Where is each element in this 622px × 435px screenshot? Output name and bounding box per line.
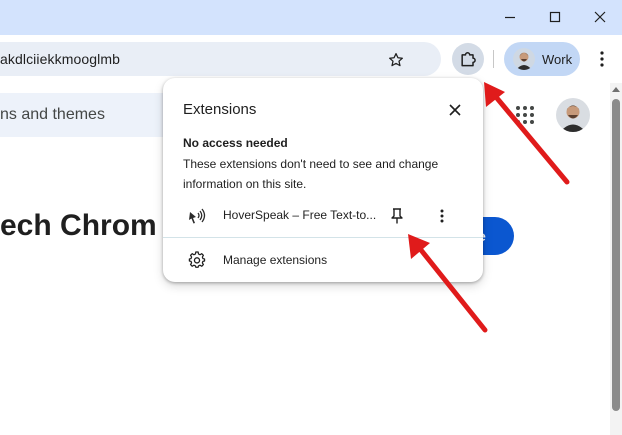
extensions-popup: Extensions No access needed These extens… [163,78,483,282]
gear-icon [188,251,206,268]
scrollbar-thumb[interactable] [612,99,620,411]
apps-grid-icon [516,106,534,124]
manage-extensions-label: Manage extensions [223,253,328,267]
minimize-icon [505,16,515,18]
speaker-icon [189,208,206,224]
extension-row[interactable]: HoverSpeak – Free Text-to... [163,200,483,232]
close-window-icon [594,11,606,22]
title-bar [0,0,622,35]
section-heading: No access needed [183,136,288,150]
page-heading: ech Chrom [0,209,157,242]
apps-grid-button[interactable] [515,105,535,125]
arrow-to-extensions-button [484,82,570,185]
toolbar-divider [493,50,494,68]
pin-extension-button[interactable] [387,206,407,226]
browser-menu-button[interactable] [592,48,612,70]
extensions-button[interactable] [452,43,484,75]
profile-label: Work [542,51,573,67]
minimize-button[interactable] [487,0,533,33]
avatar [513,48,535,70]
pin-icon [391,208,403,224]
popup-divider [163,237,483,238]
extension-name: HoverSpeak – Free Text-to... [223,208,377,222]
page-search-text: ns and themes [0,106,105,123]
scroll-up-icon[interactable] [612,86,620,92]
popup-close-button[interactable] [443,98,467,122]
maximize-button[interactable] [532,0,578,33]
section-description: These extensions don't need to see and c… [183,157,439,191]
page-avatar[interactable] [556,98,590,132]
star-icon [388,52,404,67]
extension-more-button[interactable] [432,206,452,226]
puzzle-icon [461,52,476,67]
popup-title: Extensions [183,101,257,118]
kebab-menu-icon [440,209,444,223]
maximize-icon [549,11,561,22]
close-icon [449,104,461,116]
kebab-menu-icon [600,51,604,67]
address-bar-url: akdlciiekkmooglmb [0,51,120,67]
profile-chip[interactable]: Work [504,42,580,76]
bookmark-star-button[interactable] [386,50,406,70]
close-window-button[interactable] [577,0,622,33]
manage-extensions-row[interactable]: Manage extensions [163,246,483,274]
address-bar[interactable]: akdlciiekkmooglmb [0,42,441,76]
